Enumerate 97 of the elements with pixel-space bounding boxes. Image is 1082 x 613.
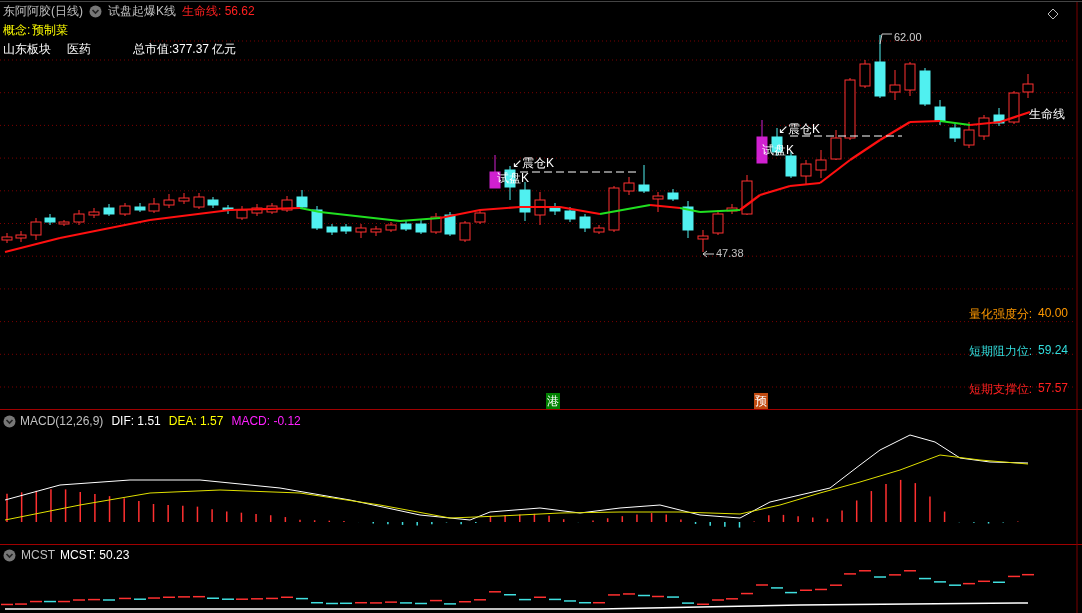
candlestick: [667, 188, 679, 202]
candlestick: [623, 176, 635, 196]
metric-value: 59.24: [1037, 343, 1068, 359]
candlestick: [251, 203, 263, 217]
candlestick: [236, 205, 248, 221]
tag-badge: 港: [546, 393, 560, 409]
candlestick: [963, 121, 975, 149]
candlestick: [340, 223, 352, 235]
candlestick: [296, 189, 308, 210]
metric-value: 40.00: [1037, 306, 1068, 322]
candlestick: [415, 219, 427, 235]
candlestick: [889, 69, 901, 101]
candlestick: [949, 123, 961, 143]
metric-value: 57.57: [1037, 381, 1068, 397]
candlestick: [638, 164, 650, 194]
candlestick: [193, 192, 205, 210]
tag-badge: 预: [754, 393, 768, 409]
diamond-icon[interactable]: [1047, 8, 1059, 20]
concept-value: 预制菜: [32, 22, 69, 39]
candlestick: [163, 193, 175, 209]
candlestick: [934, 99, 946, 126]
candlestick: [682, 200, 694, 239]
candlestick: [549, 202, 561, 216]
candlestick: [712, 209, 724, 236]
candlestick: [800, 159, 812, 185]
metric-label: 量化强度分:: [968, 306, 1032, 323]
life-line-label: 生命线: [1029, 106, 1065, 123]
candlestick: [1022, 73, 1034, 99]
candlestick: [919, 67, 931, 107]
candlestick: [266, 202, 278, 215]
candlestick: [444, 211, 456, 237]
candlestick: [652, 191, 664, 213]
concept-label: 概念:: [3, 22, 31, 39]
candlestick: [370, 225, 382, 237]
candlestick: [579, 213, 591, 233]
candlestick: [430, 212, 442, 235]
chevron-circle-icon[interactable]: [3, 414, 16, 428]
chevron-circle-icon[interactable]: [3, 548, 16, 562]
candlestick: [830, 129, 842, 161]
candlestick: [874, 34, 886, 99]
shakeout-label: ↙震仓K: [512, 155, 555, 172]
candlestick: [15, 230, 27, 243]
candlestick: [993, 107, 1005, 127]
candlestick: [741, 174, 753, 216]
candlestick: [859, 59, 871, 89]
chevron-circle-icon[interactable]: [89, 5, 102, 18]
macd-value: MACD: -0.12: [231, 414, 301, 428]
candlestick: [73, 209, 85, 226]
region-sector: 山东板块: [3, 41, 52, 58]
low-price-label: 47.38: [716, 247, 744, 259]
candlestick: [88, 207, 100, 219]
candlestick: [564, 206, 576, 223]
leader-line: [702, 250, 715, 258]
candlestick: [222, 204, 234, 215]
indicator-name: 试盘起爆K线: [108, 3, 176, 20]
candlestick: [281, 195, 293, 213]
market-cap: 总市值:377.37 亿元: [133, 41, 237, 58]
candlestick: [44, 213, 56, 226]
candlestick: [355, 223, 367, 239]
candlestick: [148, 197, 160, 214]
candlestick: [385, 221, 397, 233]
stock-title: 东阿阿胶(日线): [3, 3, 83, 20]
candlestick: [134, 202, 146, 213]
candlestick: [593, 224, 605, 235]
shakeout-label: ↙震仓K: [778, 121, 821, 138]
candlestick: [58, 219, 70, 227]
metric-label: 短期阻力位:: [968, 343, 1032, 360]
candlestick: [474, 208, 486, 225]
candlestick: [459, 220, 471, 243]
candlestick: [904, 61, 916, 97]
candlestick: [178, 192, 190, 205]
candlestick: [726, 203, 738, 215]
candlestick: [1008, 90, 1020, 125]
candlestick: [103, 203, 115, 217]
candlestick: [844, 77, 856, 141]
life-line-value: 生命线: 56.62: [182, 3, 255, 20]
candlestick: [207, 196, 219, 209]
mcst-title: MCST: [21, 548, 55, 562]
metric-label: 短期支撑位:: [968, 381, 1032, 398]
candlestick: [519, 181, 531, 222]
leader-line: [879, 33, 893, 45]
macd-title: MACD(12,26,9): [20, 414, 104, 428]
candlestick: [400, 220, 412, 232]
industry-sector: 医药: [67, 41, 92, 58]
candlestick: [978, 114, 990, 141]
candlestick: [119, 202, 131, 217]
candlestick: [326, 223, 338, 236]
dif-value: DIF: 1.51: [111, 414, 161, 428]
candlestick: [697, 229, 709, 253]
high-price-label: 62.00: [894, 31, 922, 43]
candlestick: [30, 217, 42, 241]
dea-value: DEA: 1.57: [168, 414, 224, 428]
candlestick: [608, 185, 620, 233]
candlestick: [311, 205, 323, 231]
candlestick: [815, 149, 827, 179]
candlestick: [534, 191, 546, 226]
mcst-value: MCST: 50.23: [60, 548, 130, 562]
